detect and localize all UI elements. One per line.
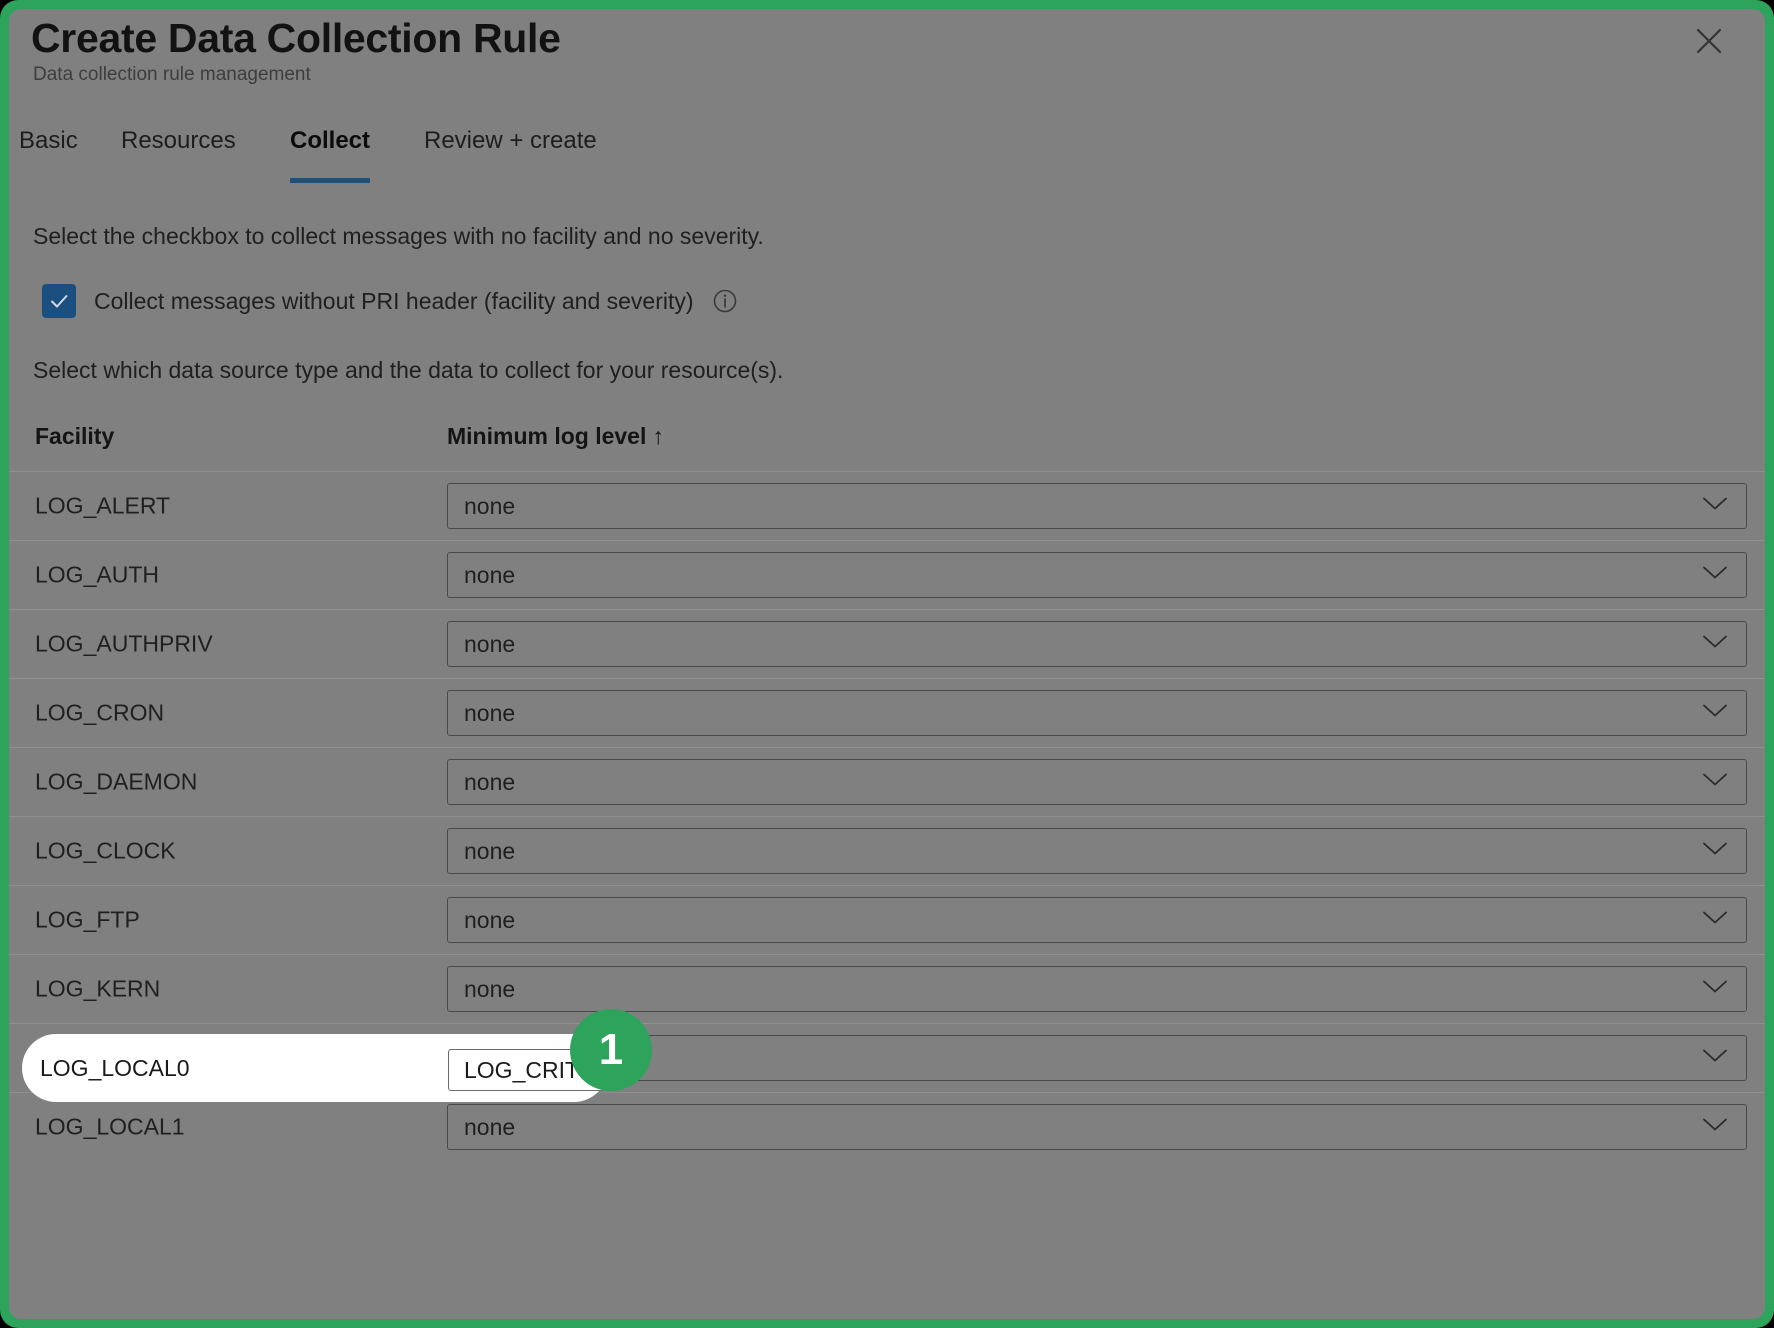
log-level-value: none xyxy=(464,561,516,588)
column-header-facility[interactable]: Facility xyxy=(35,423,114,450)
log-level-cell[interactable]: none xyxy=(447,759,1747,805)
log-level-dropdown[interactable]: none xyxy=(447,621,1747,667)
log-level-dropdown[interactable]: none xyxy=(447,897,1747,943)
table-row[interactable]: LOG_CRON none xyxy=(9,678,1765,747)
table-row-highlighted[interactable]: LOG_LOCAL0 LOG_CRIT xyxy=(9,1023,1765,1092)
pri-header-checkbox-row[interactable]: Collect messages without PRI header (fac… xyxy=(42,284,738,318)
annotation-frame: Create Data Collection Rule Data collect… xyxy=(0,0,1774,1328)
log-level-dropdown[interactable]: none xyxy=(447,690,1747,736)
highlighted-facility-name: LOG_LOCAL0 xyxy=(40,1055,190,1081)
log-level-value: none xyxy=(464,975,516,1002)
log-level-cell[interactable]: none xyxy=(447,1104,1747,1150)
step-badge-1: 1 xyxy=(570,1009,652,1091)
table-row[interactable]: LOG_ALERT none xyxy=(9,471,1765,540)
chevron-down-icon xyxy=(1702,841,1728,862)
facility-name: LOG_FTP xyxy=(35,906,140,933)
table-row[interactable]: LOG_CLOCK none xyxy=(9,816,1765,885)
chevron-down-icon xyxy=(1702,772,1728,793)
tab-basic[interactable]: Basic xyxy=(19,127,78,163)
chevron-down-icon xyxy=(1702,634,1728,655)
log-level-value: none xyxy=(464,837,516,864)
facility-name: LOG_DAEMON xyxy=(35,768,198,795)
log-level-dropdown[interactable]: none xyxy=(447,483,1747,529)
facility-name: LOG_CRON xyxy=(35,699,165,726)
log-level-value: none xyxy=(464,492,516,519)
log-level-cell[interactable]: none xyxy=(447,483,1747,529)
chevron-down-icon xyxy=(1702,496,1728,517)
create-data-collection-rule-blade: Create Data Collection Rule Data collect… xyxy=(9,9,1765,1319)
chevron-down-icon xyxy=(1702,910,1728,931)
facility-name: LOG_ALERT xyxy=(35,492,171,519)
pri-header-checkbox[interactable] xyxy=(42,284,76,318)
facility-name: LOG_CLOCK xyxy=(35,837,176,864)
tab-bar: Basic Resources Collect Review + create xyxy=(9,127,1765,183)
chevron-down-icon xyxy=(1702,565,1728,586)
log-level-cell[interactable]: none xyxy=(447,621,1747,667)
log-level-cell[interactable]: none xyxy=(447,828,1747,874)
checkbox-instruction-text: Select the checkbox to collect messages … xyxy=(33,223,764,249)
pri-header-checkbox-label[interactable]: Collect messages without PRI header (fac… xyxy=(94,288,694,315)
facility-name: LOG_AUTH xyxy=(35,561,159,588)
chevron-down-icon xyxy=(1702,703,1728,724)
log-level-value: none xyxy=(464,1113,516,1140)
table-row[interactable]: LOG_LOCAL1 none xyxy=(9,1092,1765,1161)
log-level-value: none xyxy=(464,906,516,933)
log-level-dropdown[interactable]: none xyxy=(447,759,1747,805)
tab-collect[interactable]: Collect xyxy=(290,127,371,183)
info-icon[interactable] xyxy=(712,288,738,314)
facility-name: LOG_KERN xyxy=(35,975,161,1002)
table-header-row: Facility Minimum log level ↑ xyxy=(9,409,1765,471)
log-level-dropdown[interactable]: none xyxy=(447,552,1747,598)
table-row[interactable]: LOG_AUTHPRIV none xyxy=(9,609,1765,678)
facility-log-level-table: Facility Minimum log level ↑ LOG_ALERT no… xyxy=(9,409,1765,1161)
close-icon[interactable] xyxy=(1687,19,1731,63)
sort-ascending-icon: ↑ xyxy=(652,423,664,449)
tab-review-create[interactable]: Review + create xyxy=(424,127,597,163)
table-instruction-text: Select which data source type and the da… xyxy=(33,357,784,383)
page-subtitle: Data collection rule management xyxy=(33,64,311,85)
log-level-value: none xyxy=(464,699,516,726)
tab-resources[interactable]: Resources xyxy=(121,127,236,163)
table-row[interactable]: LOG_DAEMON none xyxy=(9,747,1765,816)
chevron-down-icon xyxy=(1702,1117,1728,1138)
log-level-value: none xyxy=(464,630,516,657)
log-level-dropdown[interactable]: none xyxy=(447,828,1747,874)
column-header-minimum-log-level[interactable]: Minimum log level ↑ xyxy=(447,423,664,450)
facility-name: LOG_LOCAL1 xyxy=(35,1113,185,1140)
chevron-down-icon xyxy=(1702,1048,1728,1069)
log-level-cell[interactable]: none xyxy=(447,552,1747,598)
page-title: Create Data Collection Rule xyxy=(31,15,561,61)
log-level-cell[interactable]: none xyxy=(447,966,1747,1012)
table-row[interactable]: LOG_AUTH none xyxy=(9,540,1765,609)
log-level-dropdown[interactable]: none xyxy=(447,1104,1747,1150)
chevron-down-icon xyxy=(1702,979,1728,1000)
column-header-level-label: Minimum log level xyxy=(447,423,647,449)
log-level-value: none xyxy=(464,768,516,795)
log-level-cell[interactable]: none xyxy=(447,897,1747,943)
table-row[interactable]: LOG_KERN none xyxy=(9,954,1765,1023)
highlighted-log-level-value: LOG_CRIT xyxy=(464,1056,580,1083)
facility-name: LOG_AUTHPRIV xyxy=(35,630,213,657)
log-level-dropdown[interactable]: none xyxy=(447,966,1747,1012)
table-row[interactable]: LOG_FTP none xyxy=(9,885,1765,954)
log-level-cell[interactable]: none xyxy=(447,690,1747,736)
